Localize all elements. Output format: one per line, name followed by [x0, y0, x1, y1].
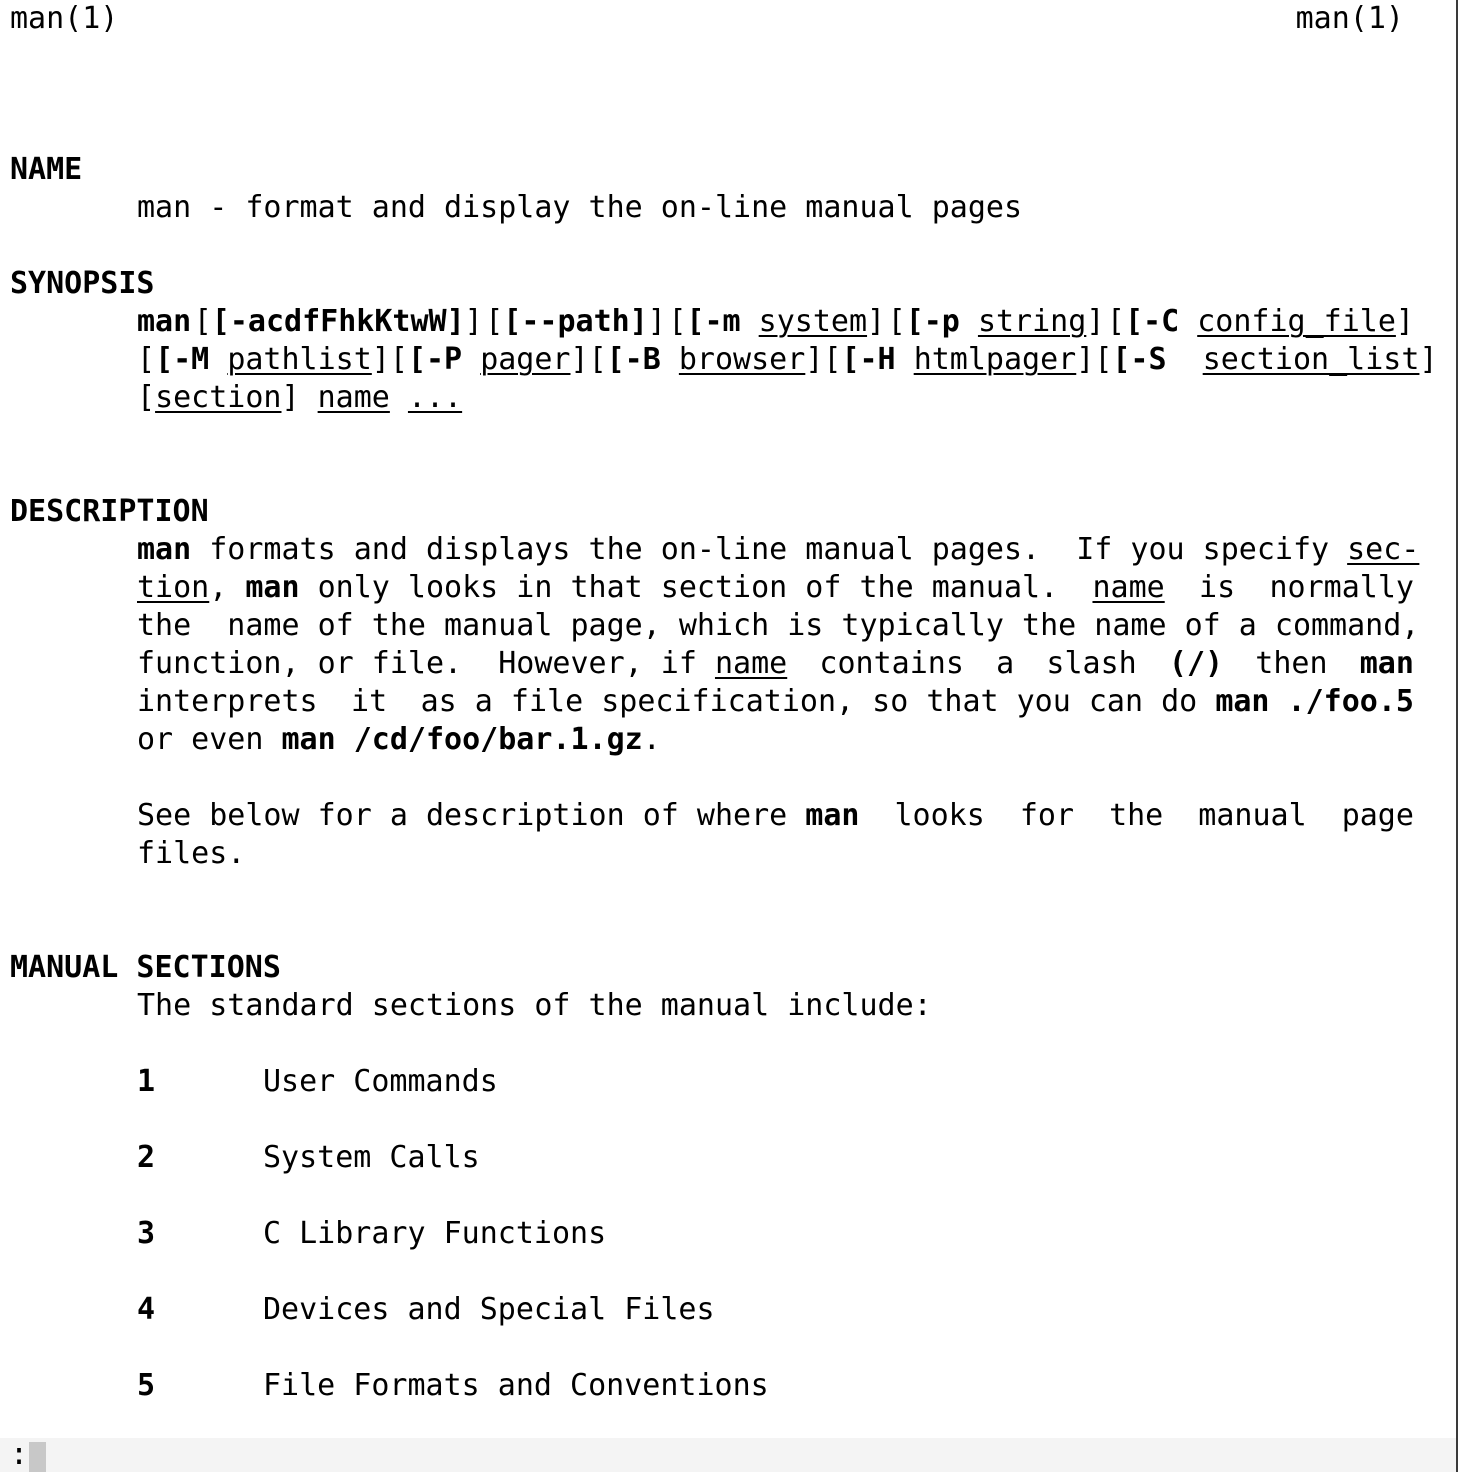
synopsis-B: [[-B browser] [588, 342, 824, 377]
manual-section-label: User Commands [263, 1064, 498, 1099]
manual-section-number: 3 [137, 1216, 156, 1251]
manual-section-label: C Library Functions [263, 1216, 607, 1251]
text-cursor [29, 1442, 46, 1472]
manual-section-number: 4 [137, 1292, 156, 1327]
section-heading-synopsis: SYNOPSIS [10, 266, 155, 301]
manual-section-number: 2 [137, 1140, 156, 1175]
section-heading-name: NAME [10, 152, 83, 187]
synopsis-line-2: [[-M pathlist] [[-P pager] [[-B browser]… [137, 341, 1438, 379]
synopsis-P: [[-P pager] [389, 342, 589, 377]
manual-sections-intro: The standard sections of the manual incl… [137, 988, 932, 1023]
description-para2-line-1: See below for a description of where man… [137, 798, 1414, 833]
description-line-6: or even man /cd/foo/bar.1.gz. [137, 722, 661, 757]
synopsis-M: [[-M pathlist] [137, 342, 390, 377]
description-line-5: interprets it as a file specification, s… [137, 684, 1414, 719]
manual-section-number: 1 [137, 1064, 156, 1099]
section-heading-manual-sections: MANUAL SECTIONS [10, 950, 281, 985]
synopsis-cmd: man [137, 304, 192, 339]
header-left: man(1) [10, 1, 119, 36]
name-description: man - format and display the on-line man… [137, 190, 1023, 225]
synopsis-c: [[-C config_file] [1106, 304, 1414, 339]
terminal-window[interactable]: man(1) man(1) NAME man - format and disp… [0, 0, 1456, 1472]
pager-prompt[interactable]: : [10, 1438, 28, 1472]
window-scrollbar[interactable] [1456, 0, 1464, 1472]
manual-section-number: 5 [137, 1368, 156, 1403]
description-para2-line-2: files. [137, 836, 246, 871]
manual-section-label: File Formats and Conventions [263, 1368, 769, 1403]
manual-section-label: System Calls [263, 1140, 480, 1175]
synopsis-m: [[-m system] [668, 304, 886, 339]
section-heading-description: DESCRIPTION [10, 494, 209, 529]
header-right: man(1) [1295, 1, 1404, 36]
synopsis-S: [[-S section_list] [1094, 342, 1438, 377]
description-line-1: man formats and displays the on-line man… [137, 532, 1420, 567]
description-line-4: function, or file. However, if name cont… [137, 646, 1414, 681]
synopsis-line-1: man [[-acdfFhkKtwW]] [[--path]] [[-m sys… [137, 303, 1414, 341]
description-line-2: tion, man only looks in that section of … [137, 570, 1414, 605]
synopsis-p: [[-p string] [887, 304, 1105, 339]
description-line-3: the name of the manual page, which is ty… [137, 608, 1420, 643]
synopsis-H: [[-H htmlpager] [823, 342, 1095, 377]
synopsis-path: [[--path]] [485, 304, 666, 339]
manual-section-label: Devices and Special Files [263, 1292, 715, 1327]
synopsis-line-3: [section] name ... [137, 380, 463, 415]
synopsis-opts: [[-acdfFhkKtwW]] [193, 304, 483, 339]
pager-prompt-bar[interactable]: : [0, 1438, 1456, 1472]
